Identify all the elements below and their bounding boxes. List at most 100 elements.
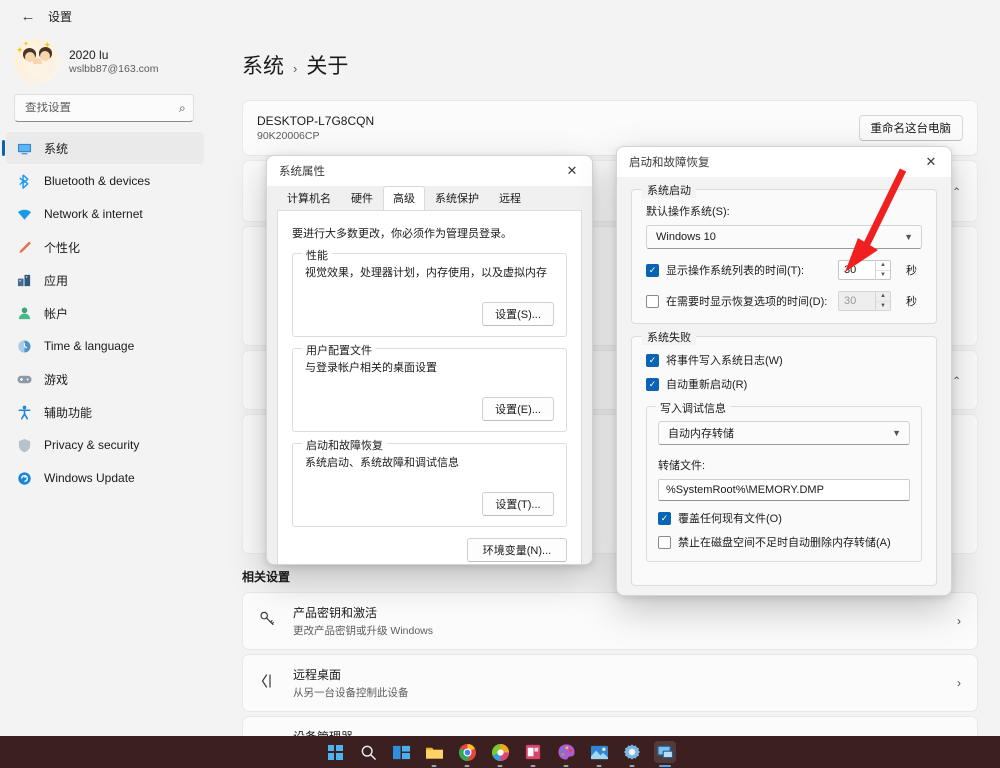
chevron-right-icon: › xyxy=(957,676,961,690)
dump-file-input[interactable]: %SystemRoot%\MEMORY.DMP xyxy=(658,479,910,501)
performance-settings-button[interactable]: 设置(S)... xyxy=(482,302,554,326)
office-app-button[interactable] xyxy=(522,741,544,763)
browser-360-button[interactable] xyxy=(489,741,511,763)
search-box[interactable]: ⌕ xyxy=(14,94,194,122)
auto-restart-row: 自动重新启动(R) xyxy=(646,376,922,392)
disable-auto-delete-label: 禁止在磁盘空间不足时自动删除内存转储(A) xyxy=(678,534,891,550)
show-os-list-checkbox[interactable] xyxy=(646,264,659,277)
file-explorer-button[interactable] xyxy=(423,741,445,763)
chevron-down-icon: ▼ xyxy=(904,232,913,242)
rename-pc-button[interactable]: 重命名这台电脑 xyxy=(859,115,964,141)
sidebar-item-gaming[interactable]: 游戏 xyxy=(6,363,204,395)
tab-advanced[interactable]: 高级 xyxy=(383,186,425,210)
chrome-button[interactable] xyxy=(456,741,478,763)
tab-computer-name[interactable]: 计算机名 xyxy=(277,186,341,210)
user-profiles-settings-button[interactable]: 设置(E)... xyxy=(482,397,554,421)
running-indicator xyxy=(432,765,437,767)
system-properties-title: 系统属性 xyxy=(279,163,325,179)
sidebar-item-bluetooth-devices[interactable]: Bluetooth & devices xyxy=(6,165,204,197)
debug-mode-value: 自动内存转储 xyxy=(668,425,734,441)
key-icon xyxy=(257,610,279,632)
tab-remote[interactable]: 远程 xyxy=(489,186,531,210)
spinner-arrows[interactable]: ▲ ▼ xyxy=(875,260,890,280)
update-icon xyxy=(16,470,32,486)
chevron-right-icon: › xyxy=(957,614,961,628)
sidebar-item-label: Bluetooth & devices xyxy=(44,174,150,188)
sidebar-item-windows-update[interactable]: Windows Update xyxy=(6,462,204,494)
spinner-up-icon[interactable]: ▲ xyxy=(876,291,890,301)
default-os-select[interactable]: Windows 10 ▼ xyxy=(646,225,922,249)
sidebar-item-privacy-security[interactable]: Privacy & security xyxy=(6,429,204,461)
breadcrumb-leaf: 关于 xyxy=(306,50,348,80)
close-icon[interactable]: ✕ xyxy=(911,147,951,177)
startup-recovery-settings-button[interactable]: 设置(T)... xyxy=(482,492,554,516)
search-input[interactable] xyxy=(25,102,179,114)
photos-button[interactable] xyxy=(588,741,610,763)
gamepad-icon xyxy=(16,371,32,387)
overwrite-label: 覆盖任何现有文件(O) xyxy=(678,510,782,526)
related-row-device-manager[interactable]: 设备管理器 打印机和其他驱动程序、硬件属性 xyxy=(242,716,978,736)
close-icon[interactable]: ✕ xyxy=(552,156,592,186)
show-os-list-input[interactable] xyxy=(839,261,875,279)
tab-hardware[interactable]: 硬件 xyxy=(341,186,383,210)
show-recovery-options-input[interactable] xyxy=(839,292,875,310)
running-indicator xyxy=(531,765,536,767)
tab-system-protection[interactable]: 系统保护 xyxy=(425,186,489,210)
debug-mode-select[interactable]: 自动内存转储 ▼ xyxy=(658,421,910,445)
disable-auto-delete-checkbox[interactable] xyxy=(658,536,671,549)
sidebar-item-label: Network & internet xyxy=(44,207,143,221)
default-os-label: 默认操作系统(S): xyxy=(646,203,922,219)
device-serial: 90K20006CP xyxy=(257,130,374,142)
account-block[interactable]: ✦ ✦ ✦ 2020 lu wslbb87@163.com xyxy=(0,32,204,94)
brush-icon xyxy=(16,239,32,255)
write-event-label: 将事件写入系统日志(W) xyxy=(666,352,783,368)
search-icon xyxy=(360,744,377,761)
spinner-up-icon[interactable]: ▲ xyxy=(876,260,890,270)
sidebar-item-accounts[interactable]: 帐户 xyxy=(6,297,204,329)
paint-button[interactable] xyxy=(555,741,577,763)
sidebar-item-label: 个性化 xyxy=(44,239,80,256)
startup-recovery-titlebar: 启动和故障恢复 ✕ xyxy=(617,147,951,177)
related-row-title: 产品密钥和激活 xyxy=(293,604,433,621)
settings-button[interactable] xyxy=(621,741,643,763)
sidebar-item-accessibility[interactable]: 辅助功能 xyxy=(6,396,204,428)
gear-icon xyxy=(623,743,641,761)
show-recovery-options-spinner[interactable]: ▲ ▼ xyxy=(838,291,891,311)
monitor-icon xyxy=(16,140,32,156)
sidebar-item-time-language[interactable]: Time & language xyxy=(6,330,204,362)
environment-variables-button[interactable]: 环境变量(N)... xyxy=(467,538,567,562)
task-view-button[interactable] xyxy=(390,741,412,763)
sidebar-item-apps[interactable]: 应用 xyxy=(6,264,204,296)
spinner-down-icon[interactable]: ▼ xyxy=(876,270,890,281)
active-indicator xyxy=(659,765,671,767)
overwrite-row: 覆盖任何现有文件(O) xyxy=(658,510,910,526)
back-arrow-icon[interactable]: ← xyxy=(14,2,42,30)
running-indicator xyxy=(564,765,569,767)
auto-restart-checkbox[interactable] xyxy=(646,378,659,391)
related-row-remote-desktop[interactable]: 远程桌面 从另一台设备控制此设备 › xyxy=(242,654,978,712)
sidebar-item-personalization[interactable]: 个性化 xyxy=(6,231,204,263)
task-view-icon xyxy=(392,744,411,761)
system-properties-tabs: 计算机名 硬件 高级 系统保护 远程 xyxy=(267,186,592,210)
search-button[interactable] xyxy=(357,741,379,763)
breadcrumb: 系统 › 关于 xyxy=(230,32,978,100)
overwrite-checkbox[interactable] xyxy=(658,512,671,525)
computer-icon xyxy=(656,744,675,761)
show-os-list-spinner[interactable]: ▲ ▼ xyxy=(838,260,891,280)
sidebar-item-label: 游戏 xyxy=(44,371,68,388)
debug-info-group: 写入调试信息 自动内存转储 ▼ 转储文件: %SystemRoot%\MEMOR… xyxy=(646,406,922,562)
startup-recovery-group: 启动和故障恢复 系统启动、系统故障和调试信息 设置(T)... xyxy=(292,443,567,527)
advanced-tab-panel: 要进行大多数更改，你必须作为管理员登录。 性能 视觉效果，处理器计划，内存使用，… xyxy=(277,210,582,565)
show-recovery-options-checkbox[interactable] xyxy=(646,295,659,308)
related-row-product-key[interactable]: 产品密钥和激活 更改产品密钥或升级 Windows › xyxy=(242,592,978,650)
sidebar-item-network-internet[interactable]: Network & internet xyxy=(6,198,204,230)
system-properties-button[interactable] xyxy=(654,741,676,763)
sidebar-item-system[interactable]: 系统 xyxy=(6,132,204,164)
running-indicator xyxy=(597,765,602,767)
spinner-down-icon[interactable]: ▼ xyxy=(876,301,890,312)
start-button[interactable] xyxy=(324,741,346,763)
spinner-arrows[interactable]: ▲ ▼ xyxy=(875,291,890,311)
write-event-checkbox[interactable] xyxy=(646,354,659,367)
performance-description: 视觉效果，处理器计划，内存使用，以及虚拟内存 xyxy=(305,264,554,280)
breadcrumb-root[interactable]: 系统 xyxy=(242,50,284,80)
